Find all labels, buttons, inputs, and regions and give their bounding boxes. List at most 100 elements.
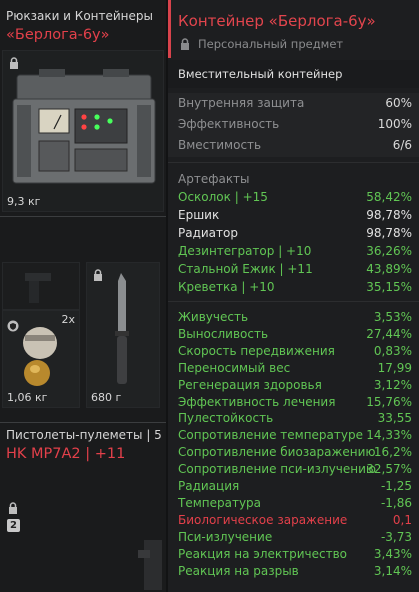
stat-row-value: -1,86 <box>380 495 412 510</box>
stat-row-label: Реакция на электричество <box>178 546 348 561</box>
prop-value: 100% <box>377 117 412 131</box>
stat-row-value: 0,83% <box>373 343 412 358</box>
lock-icon <box>93 269 103 281</box>
tooltip-accent-bar <box>168 0 171 58</box>
category-title-smg: Пистолеты-пулеметы | 5 <box>6 428 162 442</box>
stat-row-label: Пулестойкость <box>178 411 274 426</box>
stat-row: Эффективность лечения 15,76% <box>168 395 419 411</box>
artifact-row-label: Радиатор <box>178 226 238 240</box>
divider <box>168 162 419 163</box>
tooltip-type-label: Вместительный контейнер <box>178 67 343 81</box>
category-title-backpacks: Рюкзаки и Контейнеры <box>6 9 153 23</box>
stat-row: Скорость передвижения 0,83% <box>168 344 419 360</box>
stat-row-label: Сопротивление температуре <box>178 428 363 443</box>
artifact-row: Дезинтегратор | +10 36,26% <box>168 244 419 260</box>
stat-row-value: 3,14% <box>373 563 412 578</box>
stat-row-value: 16,2% <box>373 445 412 460</box>
stat-row: Реакция на электричество 3,43% <box>168 547 419 563</box>
stat-row: Регенерация здоровья 3,12% <box>168 378 419 394</box>
stat-row-label: Температура <box>178 495 262 510</box>
stat-row-label: Скорость передвижения <box>178 343 335 358</box>
stat-row-label: Пси-излучение <box>178 529 273 544</box>
item-tooltip: Контейнер «Берлога-6у» Персональный пред… <box>166 0 419 592</box>
artifact-row-value: 35,15% <box>366 280 412 294</box>
slot-empty-gear[interactable] <box>2 262 80 310</box>
slot-grenade[interactable]: 2x 1,06 кг <box>2 310 80 408</box>
divider <box>0 422 168 423</box>
artifact-row-label: Креветка | +10 <box>178 280 275 294</box>
artifact-row-value: 98,78% <box>366 226 412 240</box>
stat-row: Реакция на разрыв 3,14% <box>168 564 419 580</box>
tooltip-title: Контейнер «Берлога-6у» <box>178 12 376 30</box>
stat-row: Радиация -1,25 <box>168 479 419 495</box>
gear-part-image <box>25 273 51 303</box>
stat-row-label: Реакция на разрыв <box>178 563 299 578</box>
stat-row-value: 0,1 <box>392 512 412 527</box>
prop-value: 60% <box>385 96 412 110</box>
container-slot[interactable]: 9,3 кг <box>2 50 164 212</box>
item-name-mp7: HK MP7A2 | +11 <box>6 446 126 462</box>
stat-row-value: 3,12% <box>373 377 412 392</box>
slot-knife[interactable]: 680 г <box>86 262 160 408</box>
item-name-berloga: «Берлога-6у» <box>6 27 110 43</box>
stat-row: Сопротивление температуре 14,33% <box>168 428 419 444</box>
stat-row-value: 33,55 <box>377 411 412 426</box>
stat-row-label: Переносимый вес <box>178 360 291 375</box>
artifact-row-label: Осколок | +15 <box>178 190 268 204</box>
prop-label: Внутренняя защита <box>178 96 305 110</box>
stat-row-label: Живучесть <box>178 310 249 324</box>
artifact-row-value: 58,42% <box>366 190 412 204</box>
divider <box>168 301 419 302</box>
stat-row-value: 15,76% <box>366 394 412 409</box>
stat-row-label: Радиация <box>178 479 240 493</box>
artifact-row-label: Дезинтегратор | +10 <box>178 244 312 258</box>
lock-icon <box>9 57 19 69</box>
level-badge-icon: 2 <box>7 519 20 532</box>
artifact-row-label: Стальной Ежик | +11 <box>178 262 313 276</box>
artifact-row: Ершик 98,78% <box>168 208 419 224</box>
item-weight: 1,06 кг <box>7 391 48 404</box>
stat-row-label: Выносливость <box>178 326 269 341</box>
stat-row: Сопротивление биозаражению 16,2% <box>168 445 419 461</box>
stat-row: Живучесть 3,53% <box>168 310 419 326</box>
stat-row-label: Эффективность лечения <box>178 394 336 409</box>
stat-row: Выносливость 27,44% <box>168 327 419 343</box>
artifact-row-value: 98,78% <box>366 208 412 222</box>
stat-row: Сопротивление пси-излучению 32,57% <box>168 462 419 478</box>
lock-icon <box>8 502 18 514</box>
prop-row: Эффективность 100% <box>168 114 419 135</box>
container-box-image <box>12 69 156 184</box>
artifact-row: Радиатор 98,78% <box>168 226 419 242</box>
item-weight: 680 г <box>91 391 122 404</box>
stat-row: Переносимый вес 17,99 <box>168 361 419 377</box>
artifact-row: Осколок | +15 58,42% <box>168 190 419 206</box>
prop-row: Внутренняя защита 60% <box>168 93 419 114</box>
prop-row: Вместимость 6/6 <box>168 135 419 156</box>
stat-row: Пси-излучение -3,73 <box>168 530 419 546</box>
prop-label: Эффективность <box>178 117 280 131</box>
artifact-row: Стальной Ежик | +11 43,89% <box>168 262 419 278</box>
stat-row-value: 32,57% <box>366 462 412 477</box>
smg-image <box>138 540 162 590</box>
tooltip-subtitle: Персональный предмет <box>198 37 344 51</box>
artifact-row-label: Ершик <box>178 208 220 222</box>
knife-image <box>115 273 129 384</box>
stat-row-value: 14,33% <box>366 428 412 443</box>
artifact-row-value: 36,26% <box>366 244 412 258</box>
stat-row-label: Сопротивление пси-излучению <box>178 462 377 477</box>
artifact-row-value: 43,89% <box>366 262 412 276</box>
artifacts-title: Артефакты <box>178 172 250 186</box>
stat-row-label: Сопротивление биозаражению <box>178 445 376 460</box>
tooltip-type: Вместительный контейнер <box>168 60 419 88</box>
inventory-panel: Рюкзаки и Контейнеры «Берлога-6у» 9,3 кг <box>0 0 168 592</box>
stat-row-value: -3,73 <box>380 529 412 544</box>
artifact-row: Креветка | +10 35,15% <box>168 280 419 296</box>
stat-row-value: -1,25 <box>380 479 412 493</box>
stat-row-label: Биологическое заражение <box>178 512 348 527</box>
stat-row: Температура -1,86 <box>168 496 419 512</box>
stat-row-value: 17,99 <box>377 360 412 375</box>
lock-icon <box>180 38 190 50</box>
grenade-image <box>23 327 57 386</box>
stat-row: Биологическое заражение 0,1 <box>168 513 419 529</box>
prop-label: Вместимость <box>178 138 262 152</box>
